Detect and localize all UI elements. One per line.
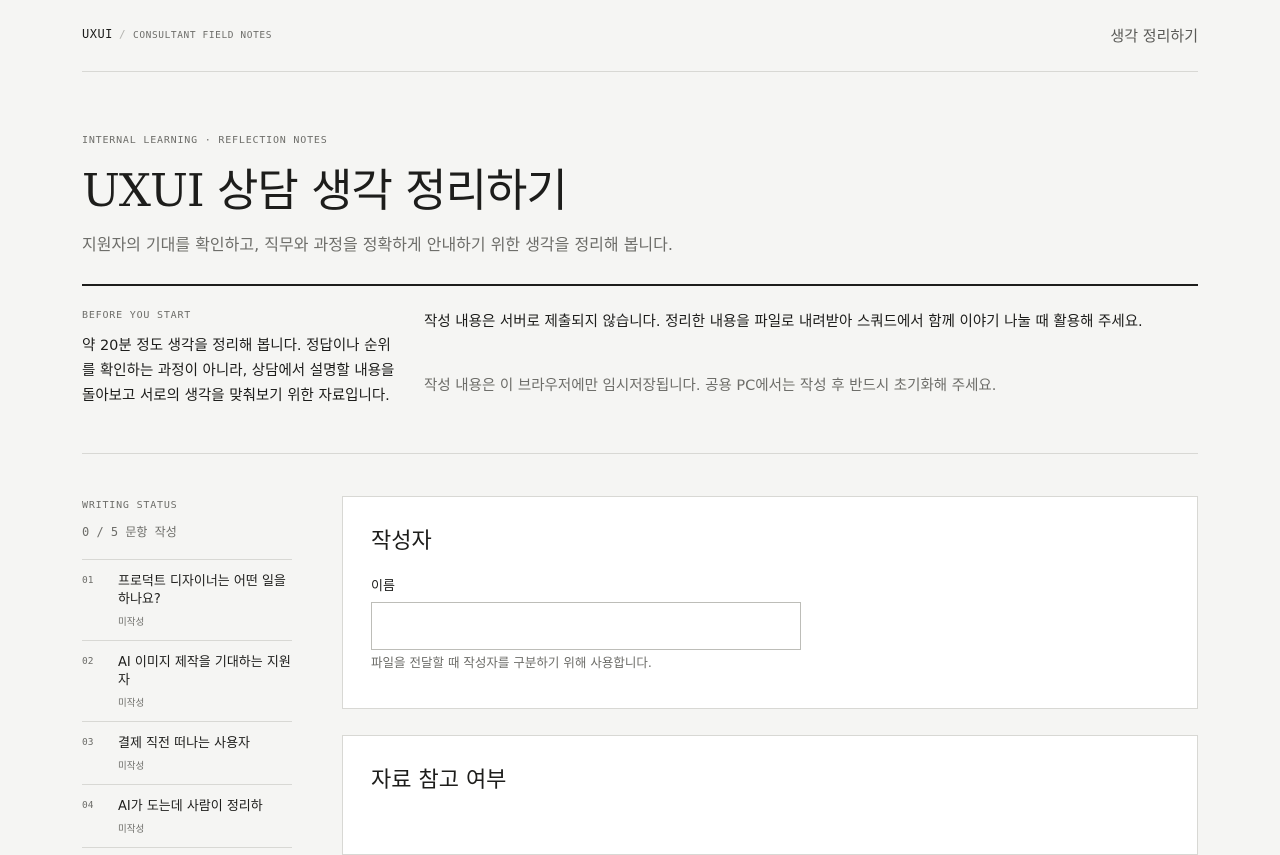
author-card-title: 작성자 xyxy=(371,529,432,554)
status-label: WRITING STATUS xyxy=(82,500,178,511)
question-state: 미작성 xyxy=(118,824,145,835)
brand-subtitle: CONSULTANT FIELD NOTES xyxy=(133,30,273,41)
question-title: AI 이미지 제작을 기대하는 지원자 xyxy=(118,655,291,688)
question-number: 01 xyxy=(82,575,94,586)
brand-logo[interactable]: UXUI xyxy=(82,27,113,41)
hero-eyebrow: INTERNAL LEARNING · REFLECTION NOTES xyxy=(82,135,328,146)
author-card: 작성자 이름 파일을 전달할 때 작성자를 구분하기 위해 사용합니다. xyxy=(342,496,1198,709)
reference-card: 자료 참고 여부 xyxy=(342,735,1198,855)
question-item[interactable]: 01 프로덕트 디자이너는 어떤 일을 하나요? 미작성 xyxy=(82,560,292,641)
question-title: 프로덕트 디자이너는 어떤 일을 하나요? xyxy=(118,574,286,607)
question-title: AI가 도는데 사람이 정리하 xyxy=(118,799,263,814)
intro-storage-note: 작성 내용은 이 브라우저에만 임시저장됩니다. 공용 PC에서는 작성 후 반… xyxy=(424,378,997,394)
question-item[interactable]: 03 결제 직전 떠나는 사용자 미작성 xyxy=(82,722,292,785)
question-state: 미작성 xyxy=(118,761,145,772)
question-state: 미작성 xyxy=(118,617,145,628)
page-subtitle: 지원자의 기대를 확인하고, 직무와 과정을 정확하게 안내하기 위한 생각을 … xyxy=(82,235,673,254)
status-count: 0 / 5 문항 작성 xyxy=(82,525,177,539)
top-bar: UXUI / CONSULTANT FIELD NOTES 생각 정리하기 xyxy=(82,0,1198,72)
question-title: 결제 직전 떠나는 사용자 xyxy=(118,736,250,751)
intro-submit-note: 작성 내용은 서버로 제출되지 않습니다. 정리한 내용을 파일로 내려받아 스… xyxy=(424,314,1143,330)
question-list: 01 프로덕트 디자이너는 어떤 일을 하나요? 미작성 02 AI 이미지 제… xyxy=(82,559,292,848)
question-item[interactable]: 04 AI가 도는데 사람이 정리하 미작성 xyxy=(82,785,292,848)
question-number: 02 xyxy=(82,656,94,667)
question-state: 미작성 xyxy=(118,698,145,709)
reference-card-title: 자료 참고 여부 xyxy=(371,768,507,793)
name-input[interactable] xyxy=(371,602,801,650)
intro-label: BEFORE YOU START xyxy=(82,310,192,321)
name-field-label: 이름 xyxy=(371,579,395,594)
page-title: UXUI 상담 생각 정리하기 xyxy=(82,164,568,217)
name-field-help: 파일을 전달할 때 작성자를 구분하기 위해 사용합니다. xyxy=(371,655,652,670)
question-item[interactable]: 02 AI 이미지 제작을 기대하는 지원자 미작성 xyxy=(82,641,292,722)
intro-section: BEFORE YOU START 약 20분 정도 생각을 정리해 봅니다. 정… xyxy=(82,284,1198,454)
question-number: 04 xyxy=(82,800,94,811)
page: UXUI / CONSULTANT FIELD NOTES 생각 정리하기 IN… xyxy=(82,0,1198,855)
brand-separator: / xyxy=(119,28,126,41)
nav-link-reflection[interactable]: 생각 정리하기 xyxy=(1110,25,1198,46)
intro-time-note: 약 20분 정도 생각을 정리해 봅니다. 정답이나 순위를 확인하는 과정이 … xyxy=(82,338,395,404)
question-number: 03 xyxy=(82,737,94,748)
